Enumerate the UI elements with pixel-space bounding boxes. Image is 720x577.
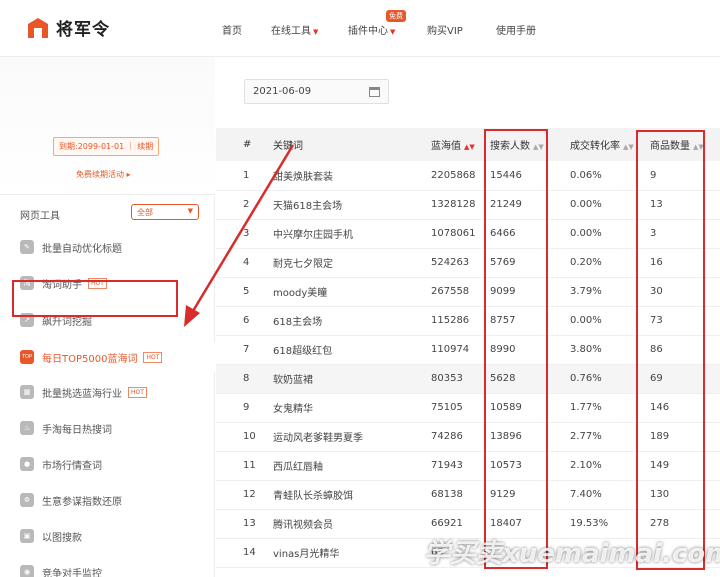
watermark: 学买卖xuemaimai.com <box>424 539 720 569</box>
annotation-arrow <box>184 144 295 327</box>
